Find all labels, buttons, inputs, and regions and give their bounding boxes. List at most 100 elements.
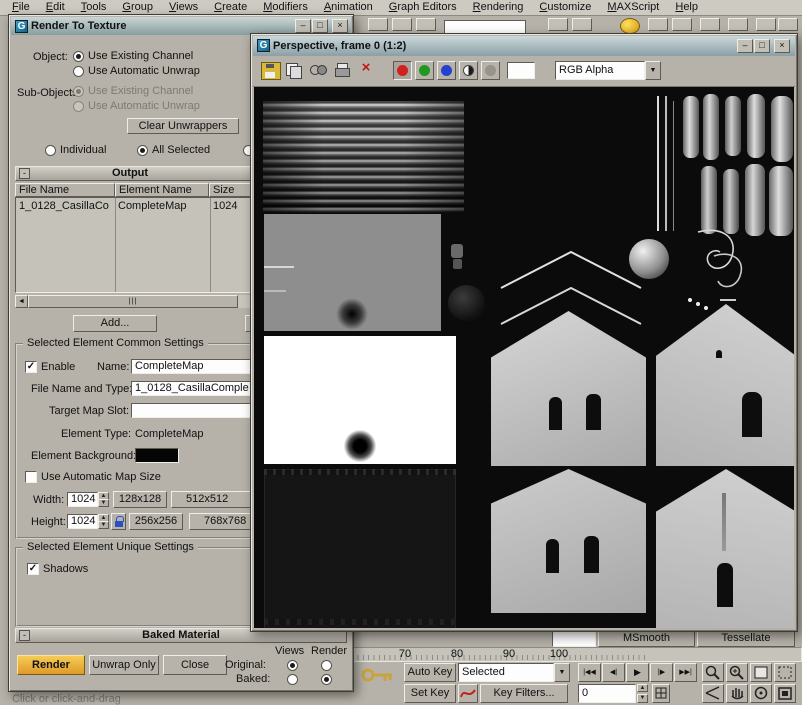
menu-views[interactable]: Views xyxy=(161,0,206,15)
green-channel-icon[interactable] xyxy=(415,61,434,80)
zoom-extents-icon[interactable] xyxy=(750,663,772,682)
baked-render-radio[interactable] xyxy=(321,674,332,685)
width-field[interactable]: 1024 xyxy=(67,492,98,507)
width-spin-down-icon[interactable]: ▼ xyxy=(98,499,109,507)
selection-set-dropdown[interactable]: Selected xyxy=(458,663,554,682)
channel-display-dropdown[interactable]: RGB Alpha xyxy=(555,61,645,80)
save-bitmap-icon[interactable] xyxy=(261,62,281,80)
previous-frame-button[interactable]: ◀| xyxy=(602,663,625,682)
zoom-region-icon[interactable] xyxy=(774,663,796,682)
toolbar-icon[interactable] xyxy=(548,18,568,31)
monochrome-icon[interactable] xyxy=(459,61,478,80)
toolbar-icon[interactable] xyxy=(392,18,412,31)
menu-create[interactable]: Create xyxy=(206,0,255,15)
toolbar-icon[interactable] xyxy=(368,18,388,31)
frame-spin-up-icon[interactable]: ▲ xyxy=(637,684,648,692)
menu-rendering[interactable]: Rendering xyxy=(465,0,532,15)
toolbar-icon[interactable] xyxy=(416,18,436,31)
unwrap-only-button[interactable]: Unwrap Only xyxy=(89,655,159,675)
go-to-end-button[interactable]: ▶▶| xyxy=(674,663,697,682)
toolbar-icon[interactable] xyxy=(728,18,748,31)
menu-animation[interactable]: Animation xyxy=(316,0,381,15)
collapse-icon[interactable]: - xyxy=(19,630,30,641)
print-icon[interactable] xyxy=(333,62,351,78)
clear-image-icon[interactable]: × xyxy=(357,59,375,77)
height-spin-down-icon[interactable]: ▼ xyxy=(98,521,109,529)
height-field[interactable]: 1024 xyxy=(67,514,98,529)
snap-toggle-icon[interactable] xyxy=(756,18,776,31)
arc-rotate-icon[interactable] xyxy=(750,684,772,703)
modeling-value-field[interactable] xyxy=(552,630,596,647)
close-icon[interactable]: × xyxy=(332,19,348,33)
menu-file[interactable]: File xyxy=(4,0,38,15)
maximize-viewport-icon[interactable] xyxy=(774,684,796,703)
next-frame-button[interactable]: |▶ xyxy=(650,663,673,682)
baked-views-radio[interactable] xyxy=(287,674,298,685)
menu-edit[interactable]: Edit xyxy=(38,0,73,15)
menu-maxscript[interactable]: MAXScript xyxy=(599,0,667,15)
pan-hand-icon[interactable] xyxy=(726,684,748,703)
clear-unwrappers-button[interactable]: Clear Unwrappers xyxy=(127,118,239,134)
blue-channel-icon[interactable] xyxy=(437,61,456,80)
set-key-button[interactable]: Set Key xyxy=(404,684,456,703)
individual-radio[interactable] xyxy=(45,145,56,156)
size-128-button[interactable]: 128x128 xyxy=(113,491,167,508)
go-to-start-button[interactable]: |◀◀ xyxy=(578,663,601,682)
red-channel-icon[interactable] xyxy=(393,61,412,80)
menu-modifiers[interactable]: Modifiers xyxy=(255,0,316,15)
menu-tools[interactable]: Tools xyxy=(73,0,115,15)
play-button[interactable]: ▶ xyxy=(626,663,649,682)
render-button[interactable]: Render xyxy=(17,655,85,675)
shadows-checkbox[interactable]: ✓ xyxy=(27,563,39,575)
frame-spin-down-icon[interactable]: ▼ xyxy=(637,694,648,703)
menu-group[interactable]: Group xyxy=(114,0,161,15)
clone-window-icon[interactable] xyxy=(285,62,303,78)
close-icon[interactable]: × xyxy=(774,39,790,53)
vfb-title-bar[interactable]: G Perspective, frame 0 (1:2) – □ × xyxy=(253,36,795,56)
minimize-icon[interactable]: – xyxy=(737,39,753,53)
current-frame-field[interactable]: 0 xyxy=(578,684,636,703)
enable-checkbox[interactable]: ✓ xyxy=(25,361,37,373)
field-of-view-icon[interactable] xyxy=(702,684,724,703)
original-views-radio[interactable] xyxy=(287,660,298,671)
size-256-button[interactable]: 256x256 xyxy=(129,513,183,530)
toolbar-icon[interactable] xyxy=(672,18,692,31)
auto-key-button[interactable]: Auto Key xyxy=(404,663,456,682)
toolbar-icon[interactable] xyxy=(700,18,720,31)
channel-display-icon[interactable] xyxy=(309,62,327,78)
timeline-ruler[interactable]: 70 80 90 100 xyxy=(346,647,802,662)
collapse-icon[interactable]: - xyxy=(19,168,30,179)
selection-set-dropdown-arrow-icon[interactable]: ▼ xyxy=(554,663,570,682)
toolbar-icon[interactable] xyxy=(648,18,668,31)
channel-dropdown-arrow-icon[interactable]: ▼ xyxy=(645,61,661,80)
tessellate-button[interactable]: Tessellate xyxy=(697,630,795,647)
close-button[interactable]: Close xyxy=(163,655,227,675)
all-selected-radio[interactable] xyxy=(137,145,148,156)
maximize-icon[interactable]: □ xyxy=(754,39,770,53)
menu-customize[interactable]: Customize xyxy=(531,0,599,15)
named-selection-field[interactable] xyxy=(444,20,526,34)
scrollbar-thumb[interactable]: ||| xyxy=(28,295,238,308)
element-background-swatch[interactable] xyxy=(135,448,179,463)
time-configuration-icon[interactable] xyxy=(652,684,670,703)
menu-graph-editors[interactable]: Graph Editors xyxy=(381,0,465,15)
alpha-channel-icon[interactable] xyxy=(481,61,500,80)
lock-aspect-icon[interactable] xyxy=(111,513,126,530)
scroll-left-icon[interactable]: ◄ xyxy=(15,295,28,308)
original-render-radio[interactable] xyxy=(321,660,332,671)
toolbar-icon[interactable] xyxy=(572,18,592,31)
maximize-icon[interactable]: □ xyxy=(312,19,328,33)
background-color-swatch[interactable] xyxy=(507,62,535,79)
new-key-filter-curve-icon[interactable] xyxy=(458,684,478,703)
menu-help[interactable]: Help xyxy=(667,0,706,15)
minimize-icon[interactable]: – xyxy=(295,19,311,33)
object-use-existing-radio[interactable] xyxy=(73,51,84,62)
object-use-automatic-radio[interactable] xyxy=(73,66,84,77)
msmooth-button[interactable]: MSmooth xyxy=(598,630,695,647)
use-automatic-map-size-checkbox[interactable] xyxy=(25,471,37,483)
percent-snap-icon[interactable] xyxy=(778,18,798,31)
zoom-icon[interactable] xyxy=(702,663,724,682)
key-filters-button[interactable]: Key Filters... xyxy=(480,684,568,703)
render-teapot-icon[interactable] xyxy=(620,18,640,34)
zoom-all-icon[interactable] xyxy=(726,663,748,682)
